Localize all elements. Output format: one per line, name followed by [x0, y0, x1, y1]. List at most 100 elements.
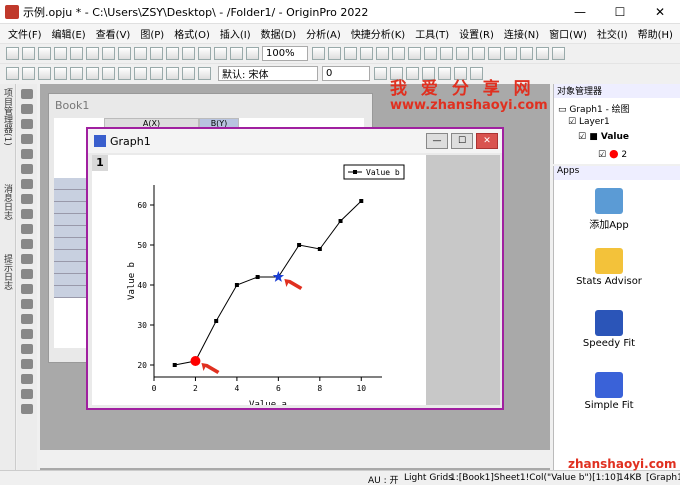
menu-edit[interactable]: 编辑(E) — [52, 26, 86, 41]
add-column-icon[interactable] — [118, 67, 131, 80]
set-x-icon[interactable] — [22, 67, 35, 80]
tab-messages-log[interactable]: 消息日志 — [2, 184, 14, 220]
menu-connect[interactable]: 连接(N) — [504, 26, 539, 41]
whole-page-icon[interactable] — [488, 47, 501, 60]
duplicate-icon[interactable] — [328, 47, 341, 60]
print-icon[interactable] — [246, 47, 259, 60]
scale-tool-icon[interactable] — [21, 119, 33, 129]
layer-icon[interactable] — [21, 389, 33, 399]
set-error-icon[interactable] — [70, 67, 83, 80]
layer-index-button[interactable]: 1 — [92, 155, 108, 171]
insert-table-icon[interactable] — [21, 344, 33, 354]
text-tool-icon[interactable] — [21, 209, 33, 219]
tree-layer[interactable]: ☑ Layer1 — [568, 117, 610, 127]
new-layout-icon[interactable] — [102, 47, 115, 60]
menu-analysis[interactable]: 分析(A) — [306, 26, 341, 41]
import-icon[interactable] — [198, 47, 211, 60]
project-explorer-icon[interactable] — [392, 47, 405, 60]
menu-settings[interactable]: 设置(R) — [459, 26, 494, 41]
new-workbook-icon[interactable] — [38, 47, 51, 60]
new-folder-icon[interactable] — [22, 47, 35, 60]
code-builder-icon[interactable] — [344, 47, 357, 60]
smart-hint-icon[interactable] — [424, 47, 437, 60]
recalculate-icon[interactable] — [230, 47, 243, 60]
graph-page[interactable]: 0 2 4 6 8 10 20 30 40 50 60 Value a Value b Value b — [92, 155, 426, 410]
new-project-icon[interactable] — [6, 47, 19, 60]
speedy-fit-item[interactable]: Speedy Fit — [574, 310, 644, 349]
graph-close-button[interactable]: ✕ — [476, 133, 498, 149]
set-z-icon[interactable] — [54, 67, 67, 80]
curved-arrow-icon[interactable] — [21, 239, 33, 249]
undo-icon[interactable] — [182, 67, 195, 80]
new-notes-icon[interactable] — [118, 47, 131, 60]
bubble-scale-icon[interactable] — [21, 374, 33, 384]
new-function-icon[interactable] — [86, 47, 99, 60]
menu-format[interactable]: 格式(O) — [174, 26, 210, 41]
font-size-select[interactable]: 0 — [322, 66, 370, 81]
graph-minimize-button[interactable]: — — [426, 133, 448, 149]
simple-fit-item[interactable]: Simple Fit — [574, 372, 644, 411]
anchor-icon[interactable] — [21, 404, 33, 414]
minimize-button[interactable]: — — [560, 0, 600, 24]
add-layer-icon[interactable] — [520, 47, 533, 60]
tree-plot[interactable]: ☑ ■ Value — [578, 132, 629, 142]
menu-data[interactable]: 数据(D) — [261, 26, 297, 41]
maximize-button[interactable]: ☐ — [600, 0, 640, 24]
new-graph-icon[interactable] — [54, 47, 67, 60]
command-window-icon[interactable] — [360, 47, 373, 60]
pointer-tool-icon[interactable] — [21, 89, 33, 99]
graph1-window[interactable]: Graph1 — ☐ ✕ 0 2 4 6 8 10 20 30 40 50 60 Value a Val… — [86, 127, 504, 410]
rectangle-tool-icon[interactable] — [21, 269, 33, 279]
disregard-icon[interactable] — [102, 67, 115, 80]
set-xy-icon[interactable] — [6, 67, 19, 80]
tree-plot-point[interactable]: ☑ ● 2 — [598, 147, 627, 160]
color-scale-icon[interactable] — [21, 359, 33, 369]
menu-help[interactable]: 帮助(H) — [638, 26, 673, 41]
menu-social[interactable]: 社交(I) — [597, 26, 628, 41]
messages-icon[interactable] — [408, 47, 421, 60]
set-label-icon[interactable] — [86, 67, 99, 80]
tab-smart-hint-log[interactable]: 提示日志 — [2, 254, 14, 290]
cut-icon[interactable] — [134, 67, 147, 80]
font-select[interactable]: 默认: 宋体 — [218, 66, 318, 81]
line-chart[interactable]: 0 2 4 6 8 10 20 30 40 50 60 Value a Value b Value b — [92, 155, 426, 410]
legend-icon[interactable] — [536, 47, 549, 60]
open-template-icon[interactable] — [150, 47, 163, 60]
insert-graph-icon[interactable] — [21, 314, 33, 324]
insert-equation-icon[interactable] — [21, 329, 33, 339]
add-app-item[interactable]: 添加App — [574, 188, 644, 231]
arrow-tool-icon[interactable] — [21, 224, 33, 234]
menu-quick-analysis[interactable]: 快捷分析(K) — [351, 26, 405, 41]
zoom-out-icon[interactable] — [472, 47, 485, 60]
save-template-icon[interactable] — [182, 47, 195, 60]
zoom-tool-icon[interactable] — [21, 104, 33, 114]
save-icon[interactable] — [166, 47, 179, 60]
new-matrix-icon[interactable] — [70, 47, 83, 60]
open-icon[interactable] — [134, 47, 147, 60]
results-log-icon[interactable] — [376, 47, 389, 60]
timestamp-icon[interactable] — [552, 47, 565, 60]
tree-graph[interactable]: ▭ Graph1 - 绘图 — [558, 102, 630, 115]
screen-reader-icon[interactable] — [21, 149, 33, 159]
menu-window[interactable]: 窗口(W) — [549, 26, 587, 41]
set-y-icon[interactable] — [38, 67, 51, 80]
hand-tool-icon[interactable] — [21, 299, 33, 309]
close-button[interactable]: ✕ — [640, 0, 680, 24]
menu-insert[interactable]: 插入(I) — [220, 26, 251, 41]
data-reader-icon[interactable] — [21, 134, 33, 144]
bold-icon[interactable] — [374, 67, 387, 80]
redo-icon[interactable] — [198, 67, 211, 80]
line-tool-icon[interactable] — [21, 254, 33, 264]
graph-maximize-button[interactable]: ☐ — [451, 133, 473, 149]
refresh-icon[interactable] — [312, 47, 325, 60]
stats-advisor-item[interactable]: Stats Advisor — [574, 248, 644, 287]
mask-tool-icon[interactable] — [21, 179, 33, 189]
paste-icon[interactable] — [166, 67, 179, 80]
import-wizard-icon[interactable] — [214, 47, 227, 60]
copy-icon[interactable] — [150, 67, 163, 80]
menu-view[interactable]: 查看(V) — [96, 26, 131, 41]
rescale-icon[interactable] — [504, 47, 517, 60]
zoom-in-icon[interactable] — [456, 47, 469, 60]
tab-project-explorer[interactable]: 项目管理器(1) — [2, 88, 14, 146]
draw-data-icon[interactable] — [21, 194, 33, 204]
